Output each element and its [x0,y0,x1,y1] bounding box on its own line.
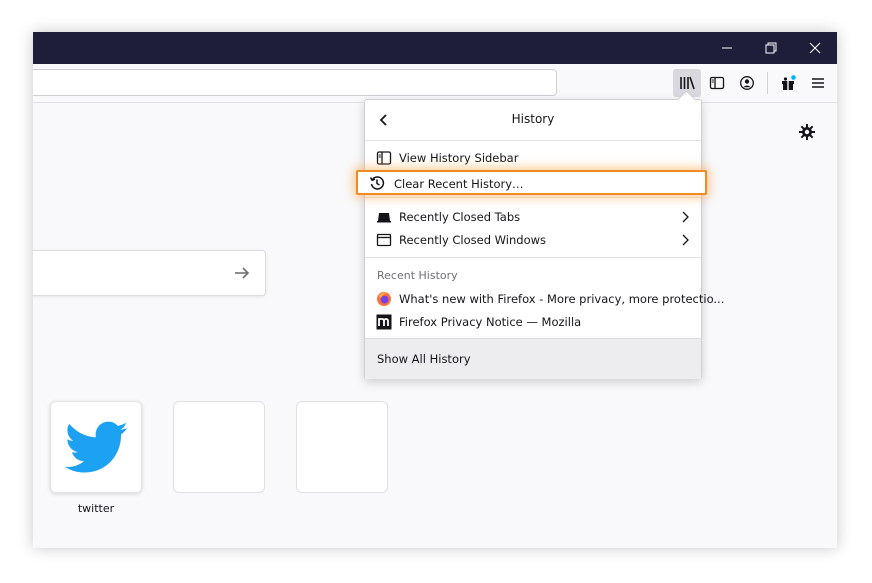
divider [365,197,701,198]
close-button[interactable] [793,32,837,64]
history-panel: History View History Sidebar Recently Cl… [364,90,724,379]
panel-header: History [365,100,701,141]
chevron-right-icon [681,234,689,249]
recently-closed-tabs-item[interactable]: Recently Closed Tabs [365,206,701,228]
top-site-tile-empty[interactable] [296,401,388,493]
sidebar-icon [709,76,725,90]
extension-gift-button[interactable] [774,69,802,97]
history-entry[interactable]: What's new with Firefox - More privacy, … [365,288,724,310]
show-all-history-button[interactable]: Show All History [365,338,701,379]
close-icon [809,42,821,54]
gear-icon [799,124,815,140]
firefox-icon [376,291,392,307]
minimize-button[interactable] [705,32,749,64]
url-bar[interactable] [33,69,557,96]
view-history-sidebar-item[interactable]: View History Sidebar [365,147,701,169]
top-site-label: twitter [77,502,115,515]
twitter-bird-icon [65,421,128,473]
history-entry-title: What's new with Firefox - More privacy, … [399,292,725,306]
clear-recent-history-item[interactable]: Clear Recent History… [356,170,707,195]
title-bar [33,32,837,64]
history-clock-icon [369,175,385,195]
arrow-right-icon [235,267,250,279]
window-icon [376,232,392,248]
chevron-right-icon [681,211,689,226]
minimize-icon [722,47,732,49]
sidebar-button[interactable] [703,69,731,97]
menu-item-label: Clear Recent History… [394,177,524,191]
account-button[interactable] [733,69,761,97]
search-box[interactable] [33,250,266,296]
settings-button[interactable] [798,123,816,145]
tab-icon [376,209,392,225]
restore-button[interactable] [749,32,793,64]
search-submit[interactable] [233,264,251,286]
show-all-history-label: Show All History [377,352,471,366]
menu-item-label: Recently Closed Windows [399,233,547,247]
restore-icon [765,42,777,54]
recent-history-header: Recent History [377,269,458,282]
nav-toolbar [33,64,837,103]
recently-closed-windows-item[interactable]: Recently Closed Windows [365,229,701,251]
menu-item-label: View History Sidebar [399,151,519,165]
divider [365,257,701,258]
top-site-tile-empty[interactable] [173,401,265,493]
account-icon [740,76,754,90]
library-icon [680,76,695,90]
menu-button[interactable] [804,69,832,97]
history-entry-title: Firefox Privacy Notice — Mozilla [399,315,582,329]
menu-icon [812,78,824,88]
panel-title: History [511,112,555,126]
menu-item-label: Recently Closed Tabs [399,210,521,224]
sidebar-icon [376,150,392,166]
extension-gift-icon [782,75,796,90]
top-site-tile[interactable] [50,401,142,493]
toolbar-separator [767,72,768,94]
mozilla-icon [376,314,392,330]
history-entry[interactable]: Firefox Privacy Notice — Mozilla [365,311,701,333]
